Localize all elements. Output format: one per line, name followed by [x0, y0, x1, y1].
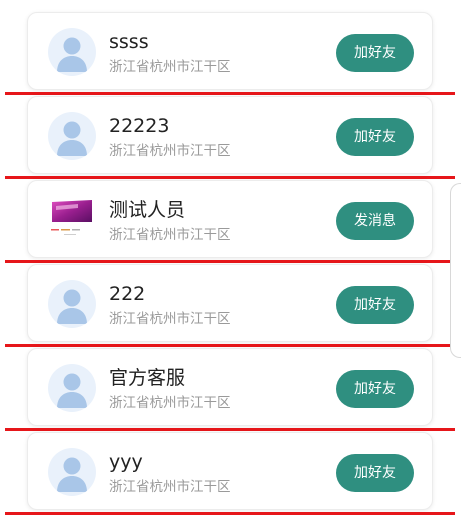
add-friend-button[interactable]: 加好友 — [336, 118, 414, 156]
divider-line — [5, 428, 455, 431]
default-avatar-icon — [48, 280, 96, 328]
divider-line — [5, 260, 455, 263]
contact-card[interactable]: yyy 浙江省杭州市江干区 加好友 — [27, 432, 433, 510]
contact-name: ssss — [109, 31, 149, 53]
contact-location: 浙江省杭州市江干区 — [109, 227, 231, 243]
contact-name: 22223 — [109, 115, 170, 137]
contact-name: yyy — [109, 451, 143, 473]
contact-card[interactable]: 官方客服 浙江省杭州市江干区 加好友 — [27, 348, 433, 426]
contact-location: 浙江省杭州市江干区 — [109, 311, 231, 327]
default-avatar-icon — [48, 364, 96, 412]
divider-line — [5, 176, 455, 179]
contact-card[interactable]: 222 浙江省杭州市江干区 加好友 — [27, 264, 433, 342]
contact-location: 浙江省杭州市江干区 — [109, 59, 231, 75]
contact-location: 浙江省杭州市江干区 — [109, 143, 231, 159]
contact-card[interactable]: ssss 浙江省杭州市江干区 加好友 — [27, 12, 433, 90]
contact-card[interactable]: 22223 浙江省杭州市江干区 加好友 — [27, 96, 433, 174]
add-friend-button[interactable]: 加好友 — [336, 286, 414, 324]
photo-avatar — [48, 196, 96, 244]
contact-name: 官方客服 — [109, 367, 186, 389]
add-friend-button[interactable]: 加好友 — [336, 34, 414, 72]
default-avatar-icon — [48, 112, 96, 160]
divider-line — [5, 512, 455, 515]
add-friend-button[interactable]: 加好友 — [336, 454, 414, 492]
contact-card[interactable]: 测试人员 浙江省杭州市江干区 发消息 — [27, 180, 433, 258]
contact-name: 测试人员 — [109, 199, 186, 221]
send-message-button[interactable]: 发消息 — [336, 202, 414, 240]
default-avatar-icon — [48, 448, 96, 496]
contact-list: ssss 浙江省杭州市江干区 加好友 22223 浙江省杭州市江干区 加好友 测… — [0, 0, 461, 520]
contact-name: 222 — [109, 283, 146, 305]
contact-location: 浙江省杭州市江干区 — [109, 395, 231, 411]
default-avatar-icon — [48, 28, 96, 76]
side-panel-edge[interactable] — [450, 183, 461, 358]
divider-line — [5, 344, 455, 347]
contact-location: 浙江省杭州市江干区 — [109, 479, 231, 495]
add-friend-button[interactable]: 加好友 — [336, 370, 414, 408]
divider-line — [5, 92, 455, 95]
